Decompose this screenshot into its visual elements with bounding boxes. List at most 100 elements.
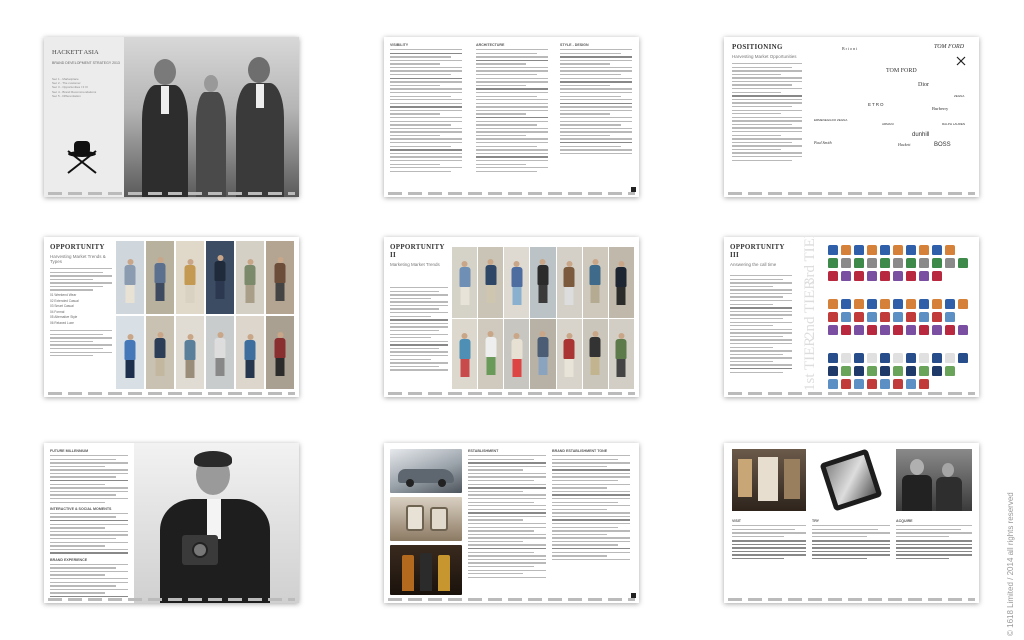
shirt-swatch (841, 258, 851, 268)
shirt-swatch (893, 379, 903, 389)
brand-logo: Paul Smith (814, 140, 832, 145)
shirt-swatch (828, 325, 838, 335)
cover-toc: Sec 1 - Marketplace Sec 2 - The customer… (52, 77, 96, 98)
gentleman-photo (896, 449, 972, 511)
brand-logo: Dior (918, 82, 929, 88)
toc-item: Sec 5 - Differentiation (52, 93, 81, 98)
shirt-swatch (867, 299, 877, 309)
page-visibility[interactable]: VISIBILITY ARCHITECTURE STYLE - DESIGN (384, 37, 639, 197)
page-title: POSITIONING (732, 43, 783, 51)
product-tier-grid: 3rd TIER 2nd TIER 1st TIER (802, 237, 972, 391)
shirt-swatch (958, 258, 968, 268)
tier-label: 3rd TIER (802, 237, 818, 285)
page-footer (48, 598, 295, 601)
page-footer (388, 192, 635, 195)
shirt-swatch (880, 271, 890, 281)
page-positioning[interactable]: POSITIONING Harvesting Market Opportunit… (724, 37, 979, 197)
brand-logo: dunhill (912, 132, 930, 138)
shirt-swatch (932, 366, 942, 376)
page-title: OPPORTUNITY (50, 243, 105, 251)
shirt-swatch (932, 312, 942, 322)
page-opportunity[interactable]: OPPORTUNITY Harvesting Market Trends & T… (44, 237, 299, 397)
text-column: ESTABLISHMENT (468, 449, 546, 580)
shirt-swatch (919, 299, 929, 309)
shirt-swatch (906, 271, 916, 281)
shirt-swatch (828, 366, 838, 376)
section-header: INTERACTIVE & SOCIAL MOMENTS (50, 506, 112, 511)
shirt-swatch (919, 325, 929, 335)
page-title: OPPORTUNITY III (730, 243, 785, 259)
page-opportunity-ii[interactable]: OPPORTUNITY II Marketing Market Trends (384, 237, 639, 397)
shirt-swatch (828, 271, 838, 281)
shirt-swatch (841, 271, 851, 281)
list-item: 06 Relaxed Luxe (50, 320, 74, 325)
brand-logo: BOSS (934, 142, 951, 148)
shirt-swatch (880, 312, 890, 322)
shirt-swatch (919, 245, 929, 255)
shirt-swatch (880, 366, 890, 376)
text-column: FUTURE MILLENNIUM INTERACTIVE & SOCIAL M… (50, 449, 128, 599)
shirt-swatch (828, 379, 838, 389)
page-future-millennium[interactable]: FUTURE MILLENNIUM INTERACTIVE & SOCIAL M… (44, 443, 299, 603)
page-footer (728, 598, 975, 601)
section-header: VISIBILITY (390, 43, 409, 47)
shirt-swatch (880, 245, 890, 255)
shirt-swatch (828, 258, 838, 268)
shirt-swatch (906, 325, 916, 335)
shirt-swatch (945, 245, 955, 255)
page-opportunity-iii[interactable]: OPPORTUNITY III Answering the call time … (724, 237, 979, 397)
shirt-swatch (867, 312, 877, 322)
shirt-swatch (828, 245, 838, 255)
shirt-swatch (867, 379, 877, 389)
shirt-swatch (867, 353, 877, 363)
brand-logo: Burberry (932, 106, 949, 111)
shirt-swatch (945, 353, 955, 363)
shirt-swatch (893, 271, 903, 281)
shirt-swatch (919, 312, 929, 322)
text-column: ACQUIRE (896, 519, 972, 562)
shirt-swatch (932, 325, 942, 335)
section-header: VISIT (732, 519, 741, 523)
shirt-swatch (828, 299, 838, 309)
section-header: STYLE - DESIGN (560, 43, 589, 47)
camera-icon (182, 535, 218, 565)
shirt-swatch (919, 271, 929, 281)
whisky-bottles-photo (390, 545, 462, 595)
photo-collage (116, 241, 294, 389)
page-establishment[interactable]: ESTABLISHMENT BRAND ESTABLISHMENT TONE (384, 443, 639, 603)
section-header: TRY (812, 519, 820, 523)
page-visit-try-acquire[interactable]: VISIT TRY ACQUIRE (724, 443, 979, 603)
shirt-swatch (867, 325, 877, 335)
section-header: ARCHITECTURE (476, 43, 505, 47)
shirt-swatch (906, 258, 916, 268)
page-title: OPPORTUNITY II (390, 243, 445, 259)
shirt-swatch (945, 299, 955, 309)
shirt-swatch (854, 271, 864, 281)
shirt-swatch (919, 258, 929, 268)
intro-column: OPPORTUNITY II Marketing Market Trends (390, 243, 448, 373)
shirt-swatch (932, 271, 942, 281)
shirt-swatch (932, 353, 942, 363)
shirt-swatch (867, 366, 877, 376)
page-cover[interactable]: HACKETT ASIA BRAND DEVELOPMENT STRATEGY … (44, 37, 299, 197)
shirt-swatch (906, 245, 916, 255)
shirt-swatch (841, 353, 851, 363)
page-footer (388, 598, 635, 601)
brand-map: Brioni TOM FORD TOM FORD Dior ZEGNA ETRO… (814, 42, 974, 148)
brand-logo: ARMANI (882, 122, 894, 126)
shirt-swatch (906, 353, 916, 363)
shirt-swatch (854, 366, 864, 376)
trend-list: 01 Weekend Wear 02 Extended Casual 03 Sm… (50, 293, 112, 326)
shirt-swatch (945, 258, 955, 268)
text-column: VISIBILITY (390, 43, 462, 174)
copyright-credit: © 1618 Limited / 2014 all rights reserve… (1006, 492, 1015, 636)
shirt-swatch (958, 353, 968, 363)
brand-logo: ETRO (868, 102, 885, 107)
brand-logo: Hackett (898, 142, 911, 147)
shirt-swatch (854, 312, 864, 322)
shirt-swatch (841, 379, 851, 389)
brand-logo: ERMENEGILDO ZEGNA (814, 118, 848, 122)
shirt-swatch (893, 258, 903, 268)
store-interior-photo (732, 449, 806, 511)
shirt-swatch (841, 312, 851, 322)
